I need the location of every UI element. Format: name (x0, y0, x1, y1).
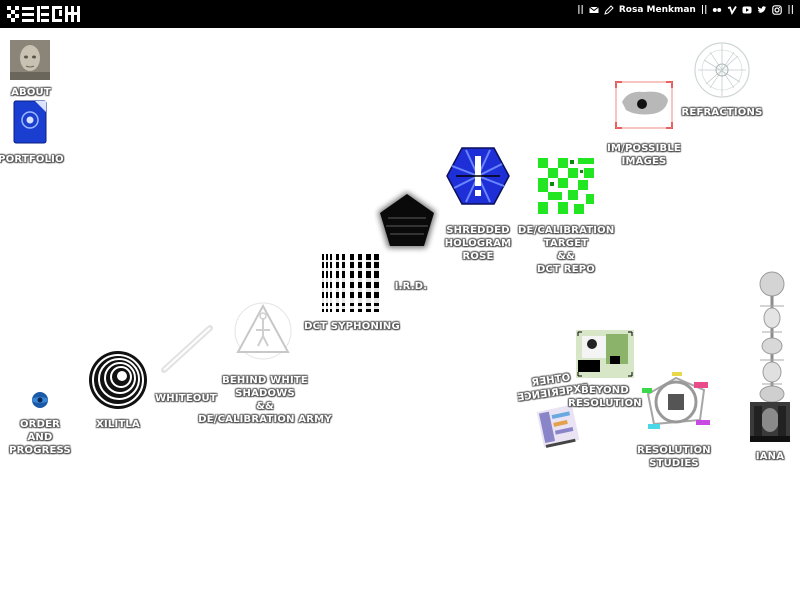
whiteout-thumbnail (156, 320, 216, 376)
author-link[interactable]: Rosa Menkman (619, 0, 696, 20)
order-and-progress-thumbnail (32, 392, 48, 408)
site-logo[interactable] (6, 4, 82, 24)
whiteout-item[interactable]: WHITEOUT (150, 318, 222, 408)
instagram-icon[interactable] (772, 5, 783, 15)
flickr-icon[interactable] (712, 5, 722, 15)
separator: || (577, 5, 584, 15)
mail-icon[interactable] (589, 5, 599, 15)
iana-label: IANA (755, 451, 785, 462)
iana-sculpture-thumbnail (759, 271, 785, 403)
impossible-images-label: IM/POSSIBLE IMAGES (607, 143, 681, 167)
decalibration-target-label: DE/CALIBRATION TARGET && DCT REPO (518, 225, 615, 275)
xilitla-item[interactable]: XILITLA (82, 348, 154, 434)
decalibration-target-thumbnail (536, 156, 596, 216)
ird-pentagon-thumbnail (378, 192, 436, 248)
twitter-icon[interactable] (757, 5, 767, 15)
order-and-progress-label: ORDER AND PROGRESS (9, 419, 71, 456)
iana-portrait-thumbnail (750, 402, 790, 442)
separator: || (787, 5, 794, 15)
refractions-item[interactable]: REFRACTIONS (680, 38, 764, 120)
glitch-book-thumbnail (536, 404, 580, 448)
vimeo-icon[interactable] (727, 5, 738, 15)
beyond-resolution-item[interactable]: ЯƎHTO ƎƆИƎIЯƎPXƎ BEYOND RESOLUTION (512, 326, 644, 450)
resolution-studies-thumbnail (642, 372, 710, 429)
whiteout-label: WHITEOUT (155, 393, 217, 404)
youtube-icon[interactable] (742, 5, 752, 15)
resolution-studies-label: RESOLUTION STUDIES (637, 445, 711, 469)
pencil-icon[interactable] (604, 5, 614, 15)
shredded-hologram-rose-thumbnail (446, 147, 510, 205)
refractions-thumbnail (694, 42, 750, 98)
about-item[interactable]: ABOUT (0, 36, 62, 102)
impossible-images-item[interactable]: IM/POSSIBLE IMAGES (606, 78, 682, 172)
impossible-images-thumbnail (615, 81, 673, 129)
top-bar: || Rosa Menkman || || (0, 0, 800, 28)
order-and-progress-item[interactable]: ORDER AND PROGRESS (4, 388, 76, 460)
portfolio-item[interactable]: PORTFOLIO (0, 98, 64, 168)
xilitla-label: XILITLA (96, 419, 140, 430)
portfolio-label: PORTFOLIO (0, 154, 64, 165)
portfolio-icon (13, 100, 47, 144)
refractions-label: REFRACTIONS (681, 107, 763, 118)
behind-white-shadows-thumbnail (234, 302, 292, 360)
separator: || (700, 5, 708, 15)
iana-item[interactable]: IANA (738, 268, 800, 468)
decalibration-target-item[interactable]: DE/CALIBRATION TARGET && DCT REPO (518, 150, 614, 278)
about-portrait-thumbnail (10, 40, 50, 80)
xilitla-spiral-thumbnail (89, 351, 147, 409)
top-nav: || Rosa Menkman || || (577, 0, 794, 20)
resolution-studies-item[interactable]: RESOLUTION STUDIES (628, 372, 720, 474)
